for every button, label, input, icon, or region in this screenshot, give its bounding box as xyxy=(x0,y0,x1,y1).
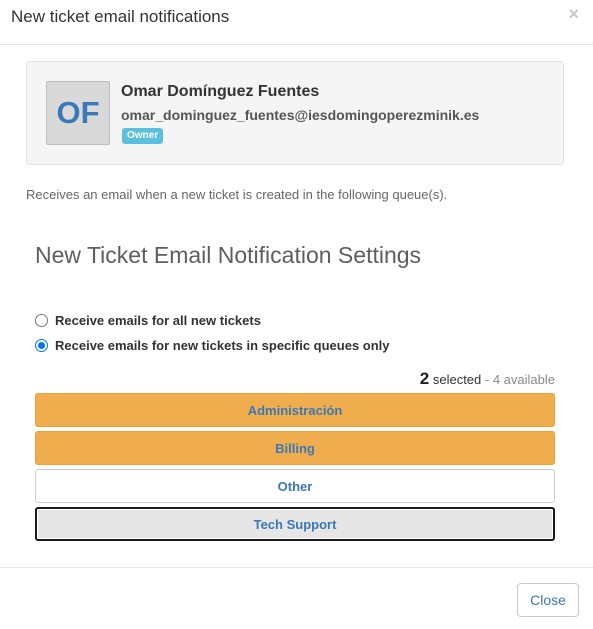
user-email: omar_dominguez_fuentes@iesdomingoperezmi… xyxy=(121,107,480,123)
modal-header: New ticket email notifications × xyxy=(0,0,593,45)
queue-list: Administración Billing Other Tech Suppor… xyxy=(35,393,555,545)
radio-specific-queues-button[interactable] xyxy=(35,339,48,352)
selection-counter: 2 selected - 4 available xyxy=(420,369,555,389)
user-name: Omar Domínguez Fuentes xyxy=(121,83,320,100)
radio-all-tickets-label: Receive emails for all new tickets xyxy=(55,313,261,328)
settings-heading: New Ticket Email Notification Settings xyxy=(35,242,422,268)
radio-all-tickets-button[interactable] xyxy=(35,314,48,327)
close-button[interactable]: Close xyxy=(517,583,579,617)
selected-label: selected xyxy=(432,372,482,387)
modal-title: New ticket email notifications xyxy=(11,7,230,26)
selected-count: 2 xyxy=(419,369,430,388)
avatar: OF xyxy=(46,81,110,145)
close-icon[interactable]: × xyxy=(568,5,579,23)
radio-specific-queues[interactable]: Receive emails for new tickets in specif… xyxy=(35,338,390,353)
queue-button-tech-support[interactable]: Tech Support xyxy=(35,507,555,541)
queue-button-billing[interactable]: Billing xyxy=(35,431,555,465)
modal-footer xyxy=(0,567,593,629)
queue-button-other[interactable]: Other xyxy=(35,469,555,503)
available-label: - 4 available xyxy=(484,372,555,387)
description-text: Receives an email when a new ticket is c… xyxy=(26,187,448,202)
radio-specific-queues-label: Receive emails for new tickets in specif… xyxy=(55,338,390,353)
queue-button-administracion[interactable]: Administración xyxy=(35,393,555,427)
role-badge: Owner xyxy=(122,128,164,144)
user-card: OF Omar Domínguez Fuentes omar_dominguez… xyxy=(26,61,564,165)
radio-all-tickets[interactable]: Receive emails for all new tickets xyxy=(35,313,261,328)
